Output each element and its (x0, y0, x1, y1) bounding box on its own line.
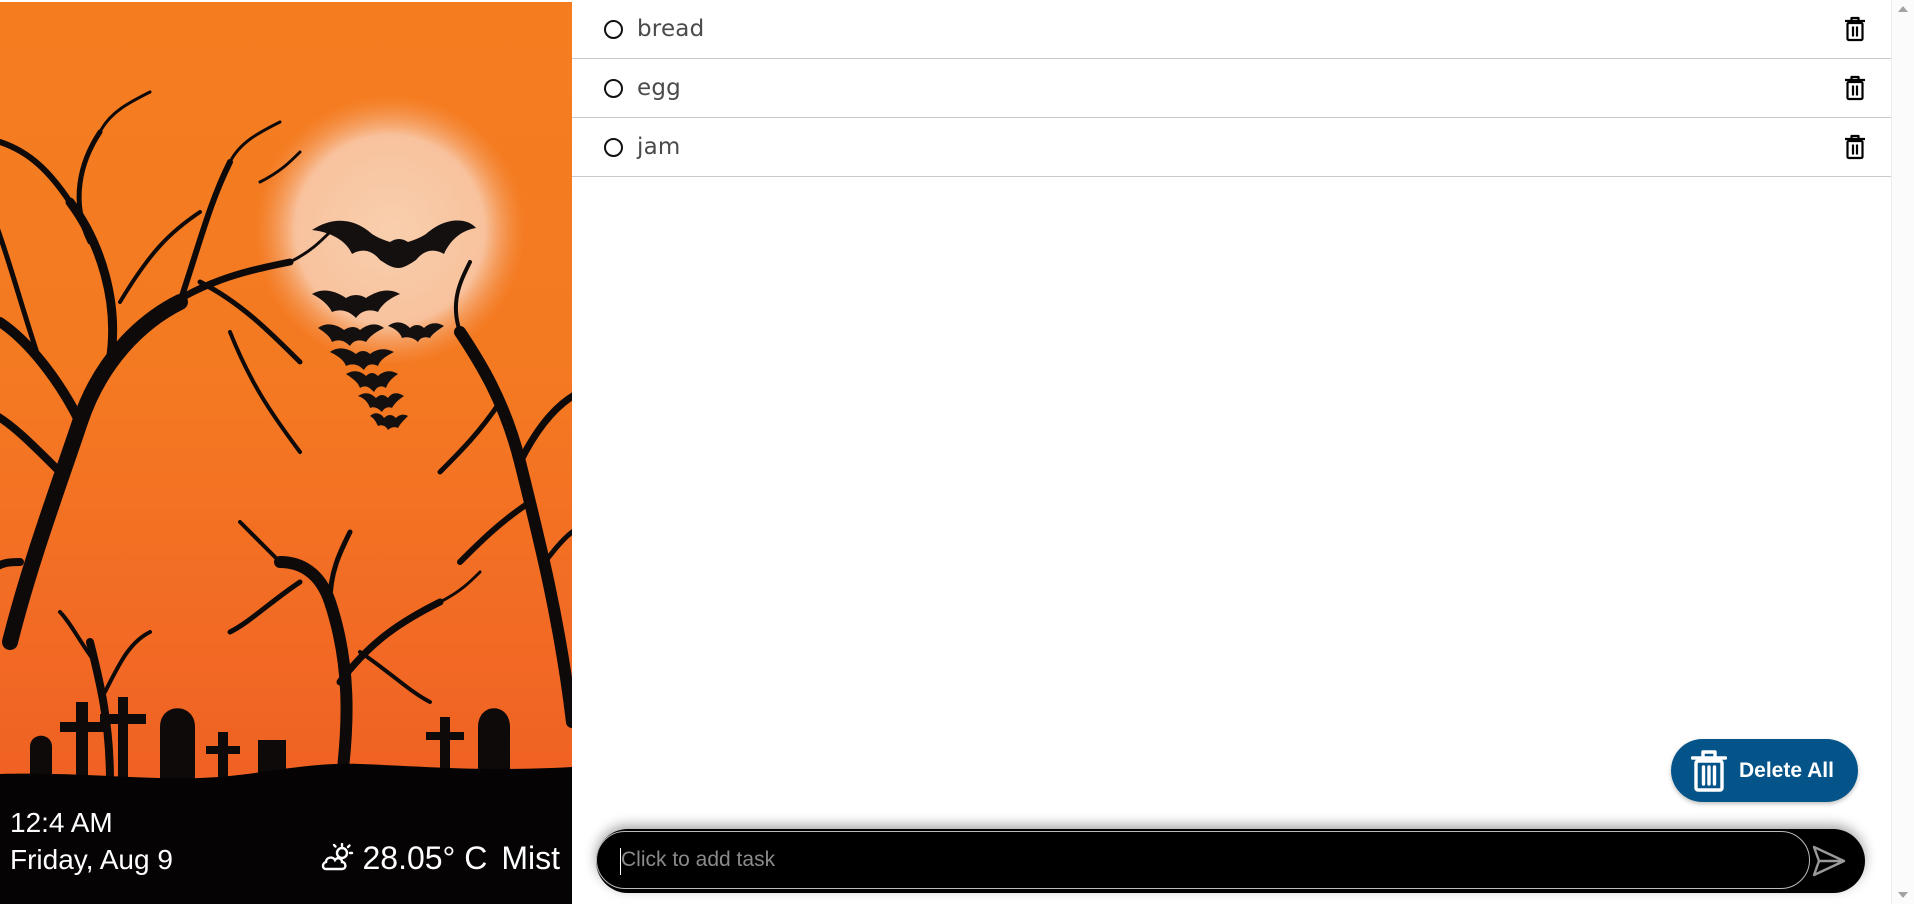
clock-date: Friday, Aug 9 (10, 844, 173, 875)
trash-icon (1691, 749, 1727, 792)
task-checkbox[interactable] (604, 137, 623, 157)
task-label[interactable]: jam (637, 134, 681, 160)
task-label[interactable]: bread (637, 16, 704, 42)
task-label[interactable]: egg (637, 75, 681, 101)
scroll-up-arrow-icon[interactable] (1898, 6, 1908, 12)
small-left-tree (58, 610, 152, 786)
trash-icon[interactable] (1844, 75, 1866, 101)
delete-all-button[interactable]: Delete All (1671, 739, 1858, 802)
delete-all-label: Delete All (1739, 758, 1834, 782)
moon (255, 95, 525, 365)
weather-widget: 28.05° C Mist (320, 838, 560, 878)
add-task-bar (596, 829, 1865, 893)
background-panel: 12:4 AM Friday, Aug 9 28.05° C Mist (0, 2, 572, 904)
text-cursor (620, 848, 621, 875)
clock-widget: 12:4 AM Friday, Aug 9 (10, 805, 173, 879)
task-checkbox[interactable] (604, 19, 623, 39)
right-tree (437, 260, 572, 728)
add-task-input[interactable] (596, 831, 1810, 889)
partly-cloudy-icon (322, 843, 354, 871)
scroll-down-arrow-icon[interactable] (1898, 892, 1908, 898)
vertical-scrollbar[interactable] (1891, 0, 1914, 904)
list-item: bread (572, 0, 1892, 59)
trash-icon[interactable] (1844, 134, 1866, 160)
weather-temperature: 28.05° C (362, 840, 488, 876)
send-icon[interactable] (1811, 843, 1847, 879)
halloween-scene-illustration (0, 90, 572, 904)
weather-condition: Mist (501, 840, 560, 876)
list-item: jam (572, 118, 1892, 177)
task-list: bread egg jam (572, 0, 1892, 177)
list-item: egg (572, 59, 1892, 118)
task-checkbox[interactable] (604, 78, 623, 98)
clock-time: 12:4 AM (10, 807, 113, 838)
trash-icon[interactable] (1844, 16, 1866, 42)
